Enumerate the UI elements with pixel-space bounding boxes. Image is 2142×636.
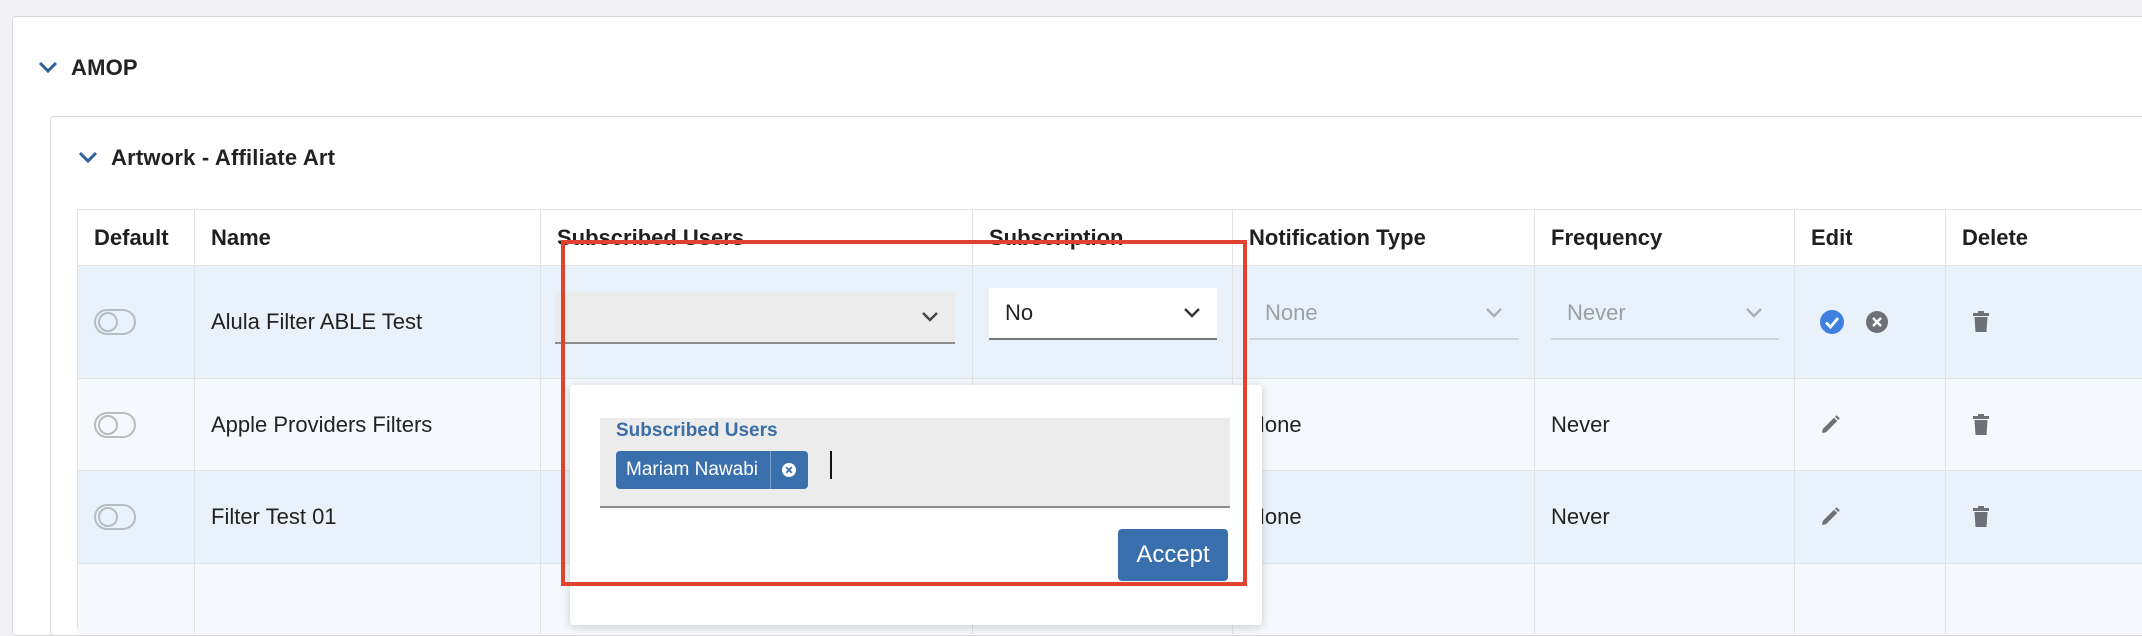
header-subscribed-users: Subscribed Users: [541, 210, 973, 265]
artwork-title: Artwork - Affiliate Art: [111, 145, 336, 170]
row-name: Apple Providers Filters: [195, 379, 541, 470]
user-chip-label: Mariam Nawabi: [626, 459, 758, 480]
subscription-select[interactable]: No: [989, 288, 1217, 340]
chevron-down-icon: [922, 312, 938, 322]
default-toggle[interactable]: [94, 309, 136, 335]
header-edit: Edit: [1795, 210, 1946, 265]
amop-section-header[interactable]: AMOP: [31, 51, 138, 85]
chevron-down-icon: [1184, 308, 1200, 318]
subscribed-users-tag-input[interactable]: Subscribed Users Mariam Nawabi: [600, 418, 1230, 508]
tag-field-label: Subscribed Users: [616, 420, 778, 441]
user-chip: Mariam Nawabi: [616, 451, 808, 489]
frequency-select[interactable]: Never: [1551, 288, 1779, 340]
check-circle-icon[interactable]: [1819, 309, 1845, 335]
pencil-icon[interactable]: [1819, 506, 1841, 528]
row-frequency: Never: [1535, 471, 1795, 563]
default-toggle[interactable]: [94, 504, 136, 530]
subscribed-users-dropdown: Subscribed Users Mariam Nawabi Accept: [570, 385, 1262, 625]
pencil-icon[interactable]: [1819, 414, 1841, 436]
table-header-row: Default Name Subscribed Users Subscripti…: [78, 209, 2142, 266]
row-notification-type: None: [1233, 471, 1535, 563]
trash-icon[interactable]: [1972, 413, 1990, 436]
header-frequency: Frequency: [1535, 210, 1795, 265]
accept-button[interactable]: Accept: [1118, 529, 1228, 581]
amop-title: AMOP: [71, 55, 138, 80]
chevron-down-icon: [1746, 308, 1762, 318]
artwork-section-header[interactable]: Artwork - Affiliate Art: [71, 141, 335, 175]
subscribed-users-select[interactable]: [555, 292, 955, 344]
trash-icon[interactable]: [1972, 506, 1990, 528]
row-name: Filter Test 01: [195, 471, 541, 563]
header-delete: Delete: [1962, 224, 2029, 250]
text-caret: [830, 451, 832, 479]
close-circle-icon[interactable]: [769, 451, 808, 489]
table-row: Alula Filter ABLE Test No None Never: [78, 266, 2142, 379]
frequency-value: Never: [1567, 300, 1626, 325]
subscription-value: No: [1005, 300, 1034, 325]
chevron-down-icon[interactable]: [71, 141, 105, 175]
chevron-down-icon: [1486, 308, 1502, 318]
notification-type-select[interactable]: None: [1249, 288, 1519, 340]
header-subscription: Subscription: [973, 210, 1233, 265]
row-name: Alula Filter ABLE Test: [195, 266, 541, 378]
notification-type-value: None: [1265, 300, 1318, 325]
trash-icon[interactable]: [1972, 311, 1990, 333]
default-toggle[interactable]: [94, 411, 136, 438]
close-circle-icon[interactable]: [1865, 310, 1889, 334]
row-frequency: Never: [1535, 379, 1795, 470]
row-notification-type: None: [1233, 379, 1535, 470]
header-default: Default: [78, 210, 195, 265]
header-name: Name: [195, 210, 541, 265]
header-notification-type: Notification Type: [1233, 210, 1535, 265]
chevron-down-icon[interactable]: [31, 51, 65, 85]
